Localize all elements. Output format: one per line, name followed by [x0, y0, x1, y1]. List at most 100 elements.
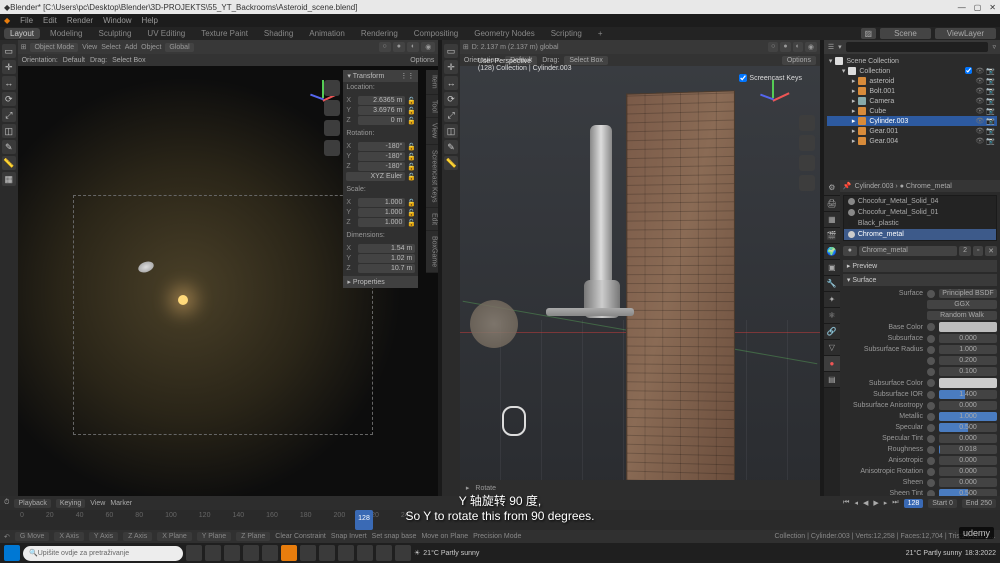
gizmo-x-axis[interactable] — [772, 92, 789, 101]
navigation-gizmo[interactable] — [756, 80, 788, 112]
vp-menu-view[interactable]: View — [82, 44, 97, 51]
outliner-search[interactable] — [846, 42, 989, 52]
tab-scripting[interactable]: Scripting — [545, 28, 588, 39]
play-rev-icon[interactable]: ◀ — [863, 499, 868, 507]
tray-weather[interactable]: 21°C Partly sunny — [906, 550, 962, 557]
tree-item[interactable]: ▸Gear.004👁 📷 — [827, 136, 997, 146]
property-value[interactable]: 0.000 — [939, 456, 997, 465]
task-icon[interactable] — [262, 545, 278, 561]
tab-compositing[interactable]: Compositing — [408, 28, 464, 39]
screencast-checkbox[interactable] — [739, 74, 747, 82]
socket-icon[interactable] — [927, 335, 935, 343]
tree-item[interactable]: ▸Gear.001👁 📷 — [827, 126, 997, 136]
tab-sculpting[interactable]: Sculpting — [93, 28, 138, 39]
task-icon[interactable] — [281, 545, 297, 561]
tray-clock[interactable]: 18:3:2022 — [965, 550, 996, 557]
ptab-world[interactable]: 🌍 — [824, 244, 840, 260]
socket-icon[interactable] — [927, 435, 935, 443]
material-slot[interactable]: Chocofur_Metal_Solid_04 — [844, 196, 996, 207]
rot-y[interactable]: -180° — [358, 152, 405, 161]
material-slot-active[interactable]: Chrome_metal — [844, 229, 996, 240]
tool-add[interactable]: ▦ — [2, 172, 16, 186]
lock-icon[interactable]: 🔓 — [407, 209, 415, 217]
property-value[interactable]: 0.018 — [939, 445, 997, 454]
ptab-constraint[interactable]: 🔗 — [824, 324, 840, 340]
tool-measure[interactable]: 📏 — [2, 156, 16, 170]
dim-x[interactable]: 1.54 m — [358, 244, 415, 253]
socket-icon[interactable] — [927, 290, 935, 298]
viewport-right[interactable]: ⊞ D: 2.137 m (2.137 m) global ○ ● ◐ ◉ Or… — [460, 40, 820, 496]
mat-new-icon[interactable]: ▫ — [973, 246, 983, 256]
keying-menu[interactable]: Keying — [56, 499, 85, 508]
tree-item[interactable]: ▸Cube👁 📷 — [827, 106, 997, 116]
ptab-material[interactable]: ● — [824, 356, 840, 372]
task-icon[interactable] — [319, 545, 335, 561]
outliner-mode-icon[interactable]: ▾ — [838, 43, 842, 51]
tab-animation[interactable]: Animation — [303, 28, 351, 39]
options-btn[interactable]: Options — [410, 57, 434, 64]
timeline-track[interactable]: 020406080100120140160180200220240 128 — [0, 510, 1000, 530]
gizmo-z-axis[interactable] — [772, 80, 774, 98]
vp-menu-select[interactable]: Select — [101, 44, 120, 51]
ptab-view[interactable]: ▦ — [824, 212, 840, 228]
taskbar-search[interactable]: 🔍 Upišite ovdje za pretraživanje — [23, 546, 183, 561]
sc-x[interactable]: 1.000 — [358, 198, 405, 207]
tool-move[interactable]: ↔ — [2, 76, 16, 90]
scene-selector[interactable]: Scene — [880, 28, 931, 39]
menu-help[interactable]: Help — [142, 16, 158, 25]
tab-uv[interactable]: UV Editing — [141, 28, 191, 39]
tree-scene-collection[interactable]: ▾Scene Collection — [827, 56, 997, 66]
shading-render-icon[interactable]: ◉ — [805, 42, 817, 52]
tool-cursor[interactable]: ✛ — [444, 60, 458, 74]
property-value[interactable]: 0.000 — [939, 334, 997, 343]
socket-icon[interactable] — [927, 402, 935, 410]
shading-wire-icon[interactable]: ○ — [379, 42, 391, 52]
camera-icon[interactable] — [324, 120, 340, 136]
np-properties-header[interactable]: ▸ Properties — [343, 276, 418, 288]
orientation-selector[interactable]: Global — [165, 43, 193, 52]
lock-icon[interactable]: 🔓 — [407, 163, 415, 171]
tree-item[interactable]: ▸Bolt.001👁 📷 — [827, 86, 997, 96]
play-icon[interactable]: ▶ — [873, 499, 878, 507]
outliner-icon[interactable]: ☰ — [828, 43, 834, 51]
tab-texture[interactable]: Texture Paint — [195, 28, 254, 39]
lock-icon[interactable]: 🔓 — [407, 97, 415, 105]
socket-icon[interactable] — [927, 346, 935, 354]
tool-measure[interactable]: 📏 — [444, 156, 458, 170]
shading-matprev-icon[interactable]: ◐ — [407, 42, 419, 52]
ptab-object[interactable]: ▣ — [824, 260, 840, 276]
menu-edit[interactable]: Edit — [43, 16, 57, 25]
rot-mode[interactable]: XYZ Euler — [346, 172, 405, 181]
tab-shading[interactable]: Shading — [258, 28, 299, 39]
sc-z[interactable]: 1.000 — [358, 218, 405, 227]
ntab-screencast[interactable]: Screencast Keys — [426, 145, 438, 209]
dim-z[interactable]: 10.7 m — [358, 264, 415, 273]
property-value[interactable]: 0.000 — [939, 467, 997, 476]
drag-select[interactable]: Select Box — [112, 57, 145, 64]
shading-matprev-icon[interactable]: ◐ — [793, 42, 803, 52]
socket-icon[interactable] — [927, 479, 935, 487]
lock-icon[interactable]: 🔓 — [407, 153, 415, 161]
start-button[interactable] — [4, 545, 20, 561]
ntab-view[interactable]: View — [426, 118, 438, 144]
socket-icon[interactable] — [927, 424, 935, 432]
tree-item[interactable]: ▸Camera👁 📷 — [827, 96, 997, 106]
distribution[interactable]: GGX — [927, 300, 997, 309]
tab-modeling[interactable]: Modeling — [44, 28, 88, 39]
menu-file[interactable]: File — [20, 16, 33, 25]
task-icon[interactable] — [376, 545, 392, 561]
socket-icon[interactable] — [927, 413, 935, 421]
ntab-boxgame[interactable]: BoxGame — [426, 231, 438, 273]
tree-collection[interactable]: ▾Collection 👁 📷 — [827, 66, 997, 76]
pin-icon[interactable]: 📌 — [843, 182, 852, 190]
socket-icon[interactable] — [927, 357, 935, 365]
ptab-render[interactable]: ⚙ — [824, 180, 840, 196]
close-button[interactable]: ✕ — [989, 3, 996, 12]
ptab-output[interactable]: 🖨 — [824, 196, 840, 212]
editor-type-icon[interactable]: ⊞ — [21, 43, 27, 51]
color-swatch[interactable] — [939, 322, 997, 332]
ntab-tool[interactable]: Tool — [426, 95, 438, 119]
pan-icon[interactable] — [799, 135, 815, 151]
tool-scale[interactable]: ⤢ — [444, 108, 458, 122]
material-slot[interactable]: Chocofur_Metal_Solid_01 — [844, 207, 996, 218]
